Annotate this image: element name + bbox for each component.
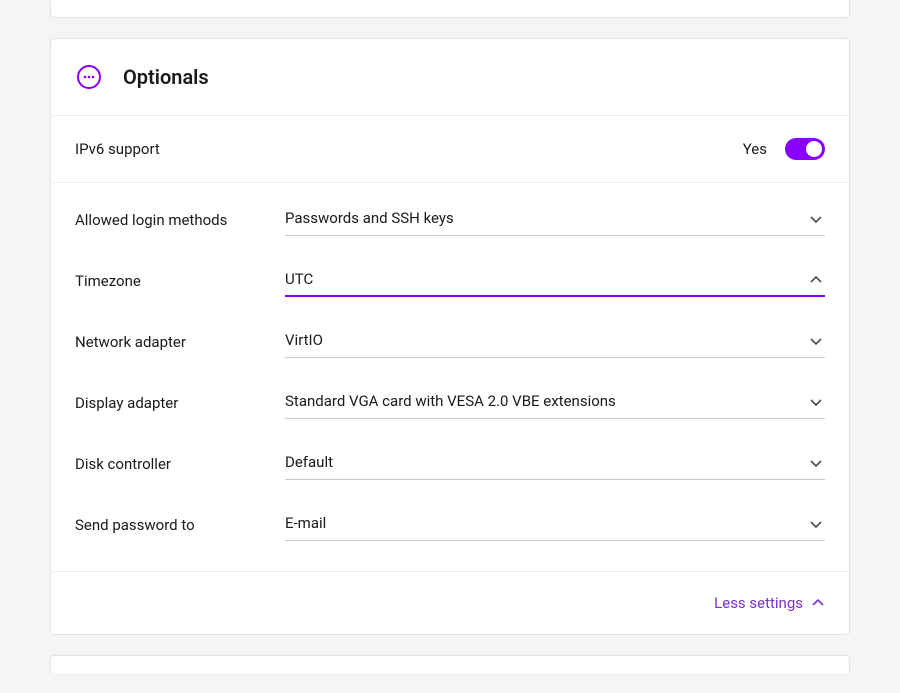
field-select[interactable]: VirtIO: [285, 325, 825, 358]
field-row: Network adapterVirtIO: [75, 311, 825, 372]
field-label: Timezone: [75, 272, 285, 290]
ipv6-state-text: Yes: [743, 140, 767, 158]
field-row: Disk controllerDefault: [75, 433, 825, 494]
chevron-down-icon: [809, 334, 823, 348]
field-value: E-mail: [285, 514, 326, 532]
field-label: Disk controller: [75, 455, 285, 473]
card-footer: Less settings: [51, 571, 849, 634]
field-select[interactable]: UTC: [285, 264, 825, 297]
field-label: Allowed login methods: [75, 211, 285, 229]
field-value: Standard VGA card with VESA 2.0 VBE exte…: [285, 392, 616, 410]
optionals-card: Optionals IPv6 support Yes Allowed login…: [50, 38, 850, 635]
less-settings-label: Less settings: [714, 594, 803, 612]
field-row: Send password toE-mail: [75, 494, 825, 555]
options-list: Allowed login methodsPasswords and SSH k…: [51, 183, 849, 571]
field-select[interactable]: Standard VGA card with VESA 2.0 VBE exte…: [285, 386, 825, 419]
ipv6-row: IPv6 support Yes: [51, 116, 849, 183]
less-settings-button[interactable]: Less settings: [714, 594, 825, 612]
field-label: Display adapter: [75, 394, 285, 412]
field-value: Passwords and SSH keys: [285, 209, 454, 227]
field-label: Send password to: [75, 516, 285, 534]
field-row: Allowed login methodsPasswords and SSH k…: [75, 189, 825, 250]
ellipsis-circle-icon: [75, 63, 103, 91]
field-value: VirtIO: [285, 331, 323, 349]
field-row: Display adapterStandard VGA card with VE…: [75, 372, 825, 433]
field-select[interactable]: Passwords and SSH keys: [285, 203, 825, 236]
field-value: Default: [285, 453, 333, 471]
next-card-peek: [50, 655, 850, 673]
ipv6-toggle[interactable]: [785, 138, 825, 160]
field-row: TimezoneUTC: [75, 250, 825, 311]
ipv6-label: IPv6 support: [75, 140, 160, 158]
field-select[interactable]: Default: [285, 447, 825, 480]
chevron-up-icon: [811, 596, 825, 610]
toggle-knob: [806, 141, 822, 157]
chevron-down-icon: [809, 456, 823, 470]
card-header: Optionals: [51, 39, 849, 116]
chevron-up-icon: [809, 273, 823, 287]
field-value: UTC: [285, 270, 313, 288]
previous-card-peek: [50, 0, 850, 18]
field-label: Network adapter: [75, 333, 285, 351]
chevron-down-icon: [809, 395, 823, 409]
chevron-down-icon: [809, 517, 823, 531]
chevron-down-icon: [809, 212, 823, 226]
field-select[interactable]: E-mail: [285, 508, 825, 541]
card-title: Optionals: [123, 65, 209, 89]
